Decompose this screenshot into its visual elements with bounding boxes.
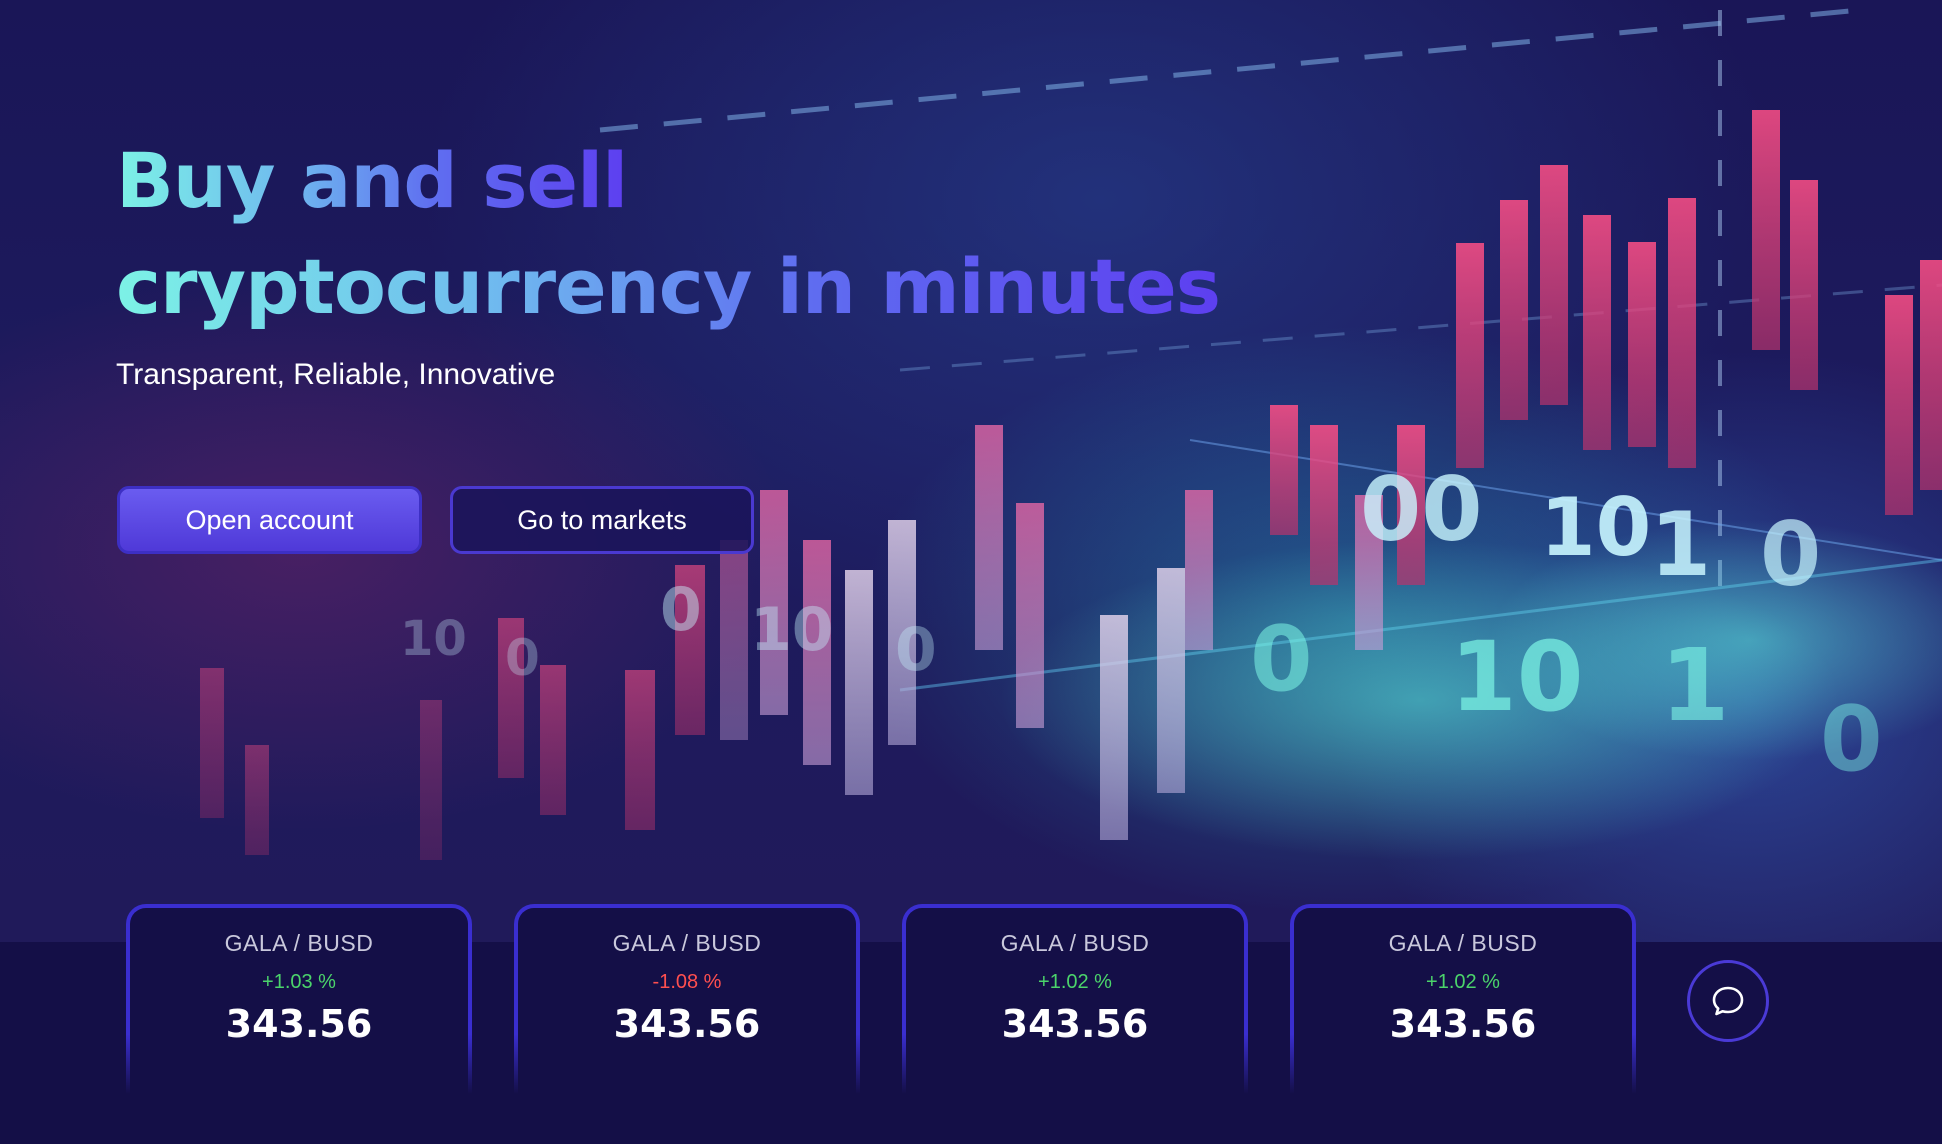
ticker-card[interactable]: GALA / BUSD -1.08 % 343.56 [514,904,860,1094]
ticker-price: 343.56 [1389,1002,1537,1046]
ticker-pair: GALA / BUSD [1388,930,1538,956]
svg-text:0: 0 [505,629,540,687]
svg-text:0: 0 [1760,503,1821,606]
ticker-price: 343.56 [1001,1002,1149,1046]
svg-text:1: 1 [1660,627,1730,744]
chat-bubble-icon [1712,986,1744,1016]
svg-text:0: 0 [895,615,937,685]
ticker-pair: GALA / BUSD [1000,930,1150,956]
ticker-change: +1.03 % [262,971,336,993]
open-account-button[interactable]: Open account [117,486,422,554]
svg-text:0: 0 [660,575,702,645]
svg-text:10: 10 [1450,621,1584,733]
svg-text:0: 0 [1250,607,1313,712]
svg-text:10: 10 [750,595,834,665]
ticker-price: 343.56 [613,1002,761,1046]
ticker-card[interactable]: GALA / BUSD +1.03 % 343.56 [126,904,472,1094]
ticker-card[interactable]: GALA / BUSD +1.02 % 343.56 [1290,904,1636,1094]
hero-section: 00 10 1 0 10 0 1 0 0 10 0 10 0 Buy and s… [0,0,1942,942]
hero-subtitle: Transparent, Reliable, Innovative [116,358,556,391]
svg-text:00: 00 [1360,458,1482,561]
svg-text:10: 10 [1540,481,1651,574]
chat-button[interactable] [1687,960,1769,1042]
svg-text:0: 0 [1820,687,1883,792]
go-to-markets-button[interactable]: Go to markets [450,486,754,554]
hero-headline-line2: cryptocurrency in minutes [116,234,1221,340]
svg-text:10: 10 [400,611,467,667]
svg-text:1: 1 [1650,493,1711,596]
ticker-card[interactable]: GALA / BUSD +1.02 % 343.56 [902,904,1248,1094]
ticker-price: 343.56 [225,1002,373,1046]
ticker-change: -1.08 % [652,971,722,993]
ticker-pair: GALA / BUSD [224,930,374,956]
hero-headline-line1: Buy and sell [116,128,628,234]
hero-content: Buy and sell cryptocurrency in minutes T… [116,128,1316,392]
ticker-change: +1.02 % [1038,971,1112,993]
ticker-pair: GALA / BUSD [612,930,762,956]
hero-headline: Buy and sell cryptocurrency in minutes [116,128,1316,340]
ticker-change: +1.02 % [1426,971,1500,993]
